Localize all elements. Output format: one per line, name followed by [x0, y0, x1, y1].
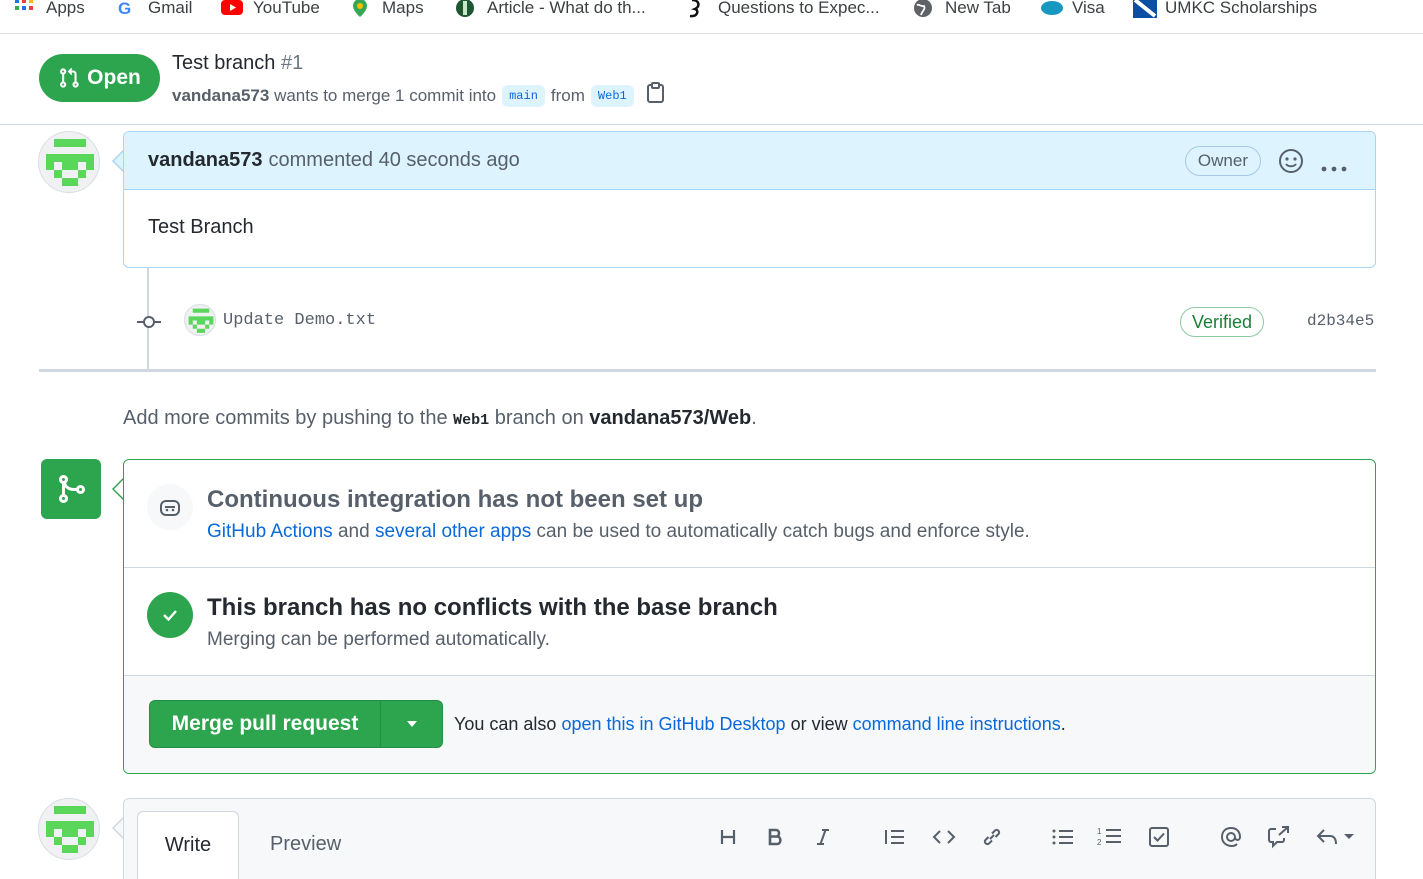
bookmark-gmail[interactable]: G Gmail — [116, 0, 192, 18]
conflicts-section: This branch has no conflicts with the ba… — [124, 568, 1375, 676]
ci-subtitle: GitHub Actions and several other apps ca… — [207, 521, 1030, 542]
bookmark-questions[interactable]: Questions to Expec... — [686, 0, 880, 18]
ci-section: Continuous integration has not been set … — [124, 460, 1375, 568]
pr-title: Test branch #1 — [172, 52, 304, 74]
merge-alternatives-text: You can also open this in GitHub Desktop… — [454, 714, 1066, 734]
article-icon — [455, 0, 475, 18]
maps-pin-icon — [350, 0, 370, 18]
bold-icon[interactable] — [761, 823, 789, 851]
comment-editor: Write Preview 12 — [123, 798, 1376, 879]
current-user-avatar[interactable] — [38, 798, 100, 860]
commit-author-avatar[interactable] — [184, 304, 216, 336]
comment-author-link[interactable]: vandana573 — [148, 149, 263, 172]
bookmark-maps[interactable]: Maps — [350, 0, 424, 18]
pr-comment: vandana573 commented 40 seconds ago Owne… — [123, 131, 1376, 268]
ci-title: Continuous integration has not been set … — [207, 486, 703, 513]
bookmark-article[interactable]: Article - What do th... — [455, 0, 646, 18]
commit-sha-link[interactable]: d2b34e5 — [1307, 312, 1374, 330]
code-icon[interactable] — [930, 823, 958, 851]
comment-body: Test Branch — [148, 216, 254, 238]
svg-text:G: G — [118, 0, 131, 18]
check-icon — [147, 592, 193, 638]
head-branch-tag[interactable]: Web1 — [590, 84, 634, 107]
verified-badge[interactable]: Verified — [1180, 307, 1265, 337]
copy-icon[interactable] — [646, 82, 666, 109]
bookmark-youtube[interactable]: YouTube — [221, 0, 320, 18]
pr-state-badge: Open — [39, 54, 160, 102]
base-branch-tag[interactable]: main — [502, 84, 545, 107]
robot-icon — [147, 484, 193, 530]
header-divider — [0, 124, 1423, 125]
globe-icon — [913, 0, 933, 18]
svg-text:1: 1 — [1097, 827, 1102, 836]
add-more-commits-text: Add more commits by pushing to the Web1 … — [123, 407, 757, 429]
merge-pull-request-button[interactable]: Merge pull request — [149, 700, 443, 748]
kebab-horizontal-icon[interactable] — [1321, 156, 1347, 179]
comment-timestamp[interactable]: commented 40 seconds ago — [269, 149, 520, 172]
bookmark-umkc[interactable]: UMKC Scholarships — [1133, 0, 1317, 18]
github-actions-link[interactable]: GitHub Actions — [207, 521, 333, 542]
bookmarks-divider — [0, 33, 1423, 34]
comment-pointer — [112, 150, 124, 172]
bookmarks-bar: Apps G Gmail YouTube Maps Article - What… — [0, 0, 1423, 24]
tab-preview[interactable]: Preview — [270, 833, 341, 856]
open-github-desktop-link[interactable]: open this in GitHub Desktop — [561, 714, 785, 734]
conflicts-subtitle: Merging can be performed automatically. — [207, 629, 550, 650]
quote-icon[interactable] — [881, 823, 909, 851]
unordered-list-icon[interactable] — [1049, 823, 1077, 851]
git-pull-request-icon — [60, 67, 79, 88]
git-commit-icon — [137, 313, 161, 336]
merge-box-pointer — [112, 478, 124, 500]
merge-button-label[interactable]: Merge pull request — [150, 701, 381, 747]
heading-icon[interactable] — [714, 823, 742, 851]
questions-icon — [686, 0, 706, 18]
cloud-icon — [1040, 0, 1063, 18]
head-branch-code: Web1 — [453, 412, 490, 429]
google-icon: G — [116, 0, 136, 18]
task-list-icon[interactable] — [1145, 823, 1173, 851]
merge-box: Continuous integration has not been set … — [123, 459, 1376, 774]
ordered-list-icon[interactable]: 12 — [1096, 823, 1124, 851]
chevron-down-icon[interactable] — [381, 701, 442, 747]
conflicts-title: This branch has no conflicts with the ba… — [207, 594, 778, 621]
timeline-end-bar — [39, 369, 1376, 372]
reply-icon[interactable] — [1315, 823, 1357, 851]
merge-action-section: Merge pull request You can also open thi… — [124, 676, 1375, 773]
editor-pointer — [112, 817, 124, 839]
owner-badge: Owner — [1184, 146, 1261, 176]
bookmark-visa[interactable]: Visa — [1040, 0, 1105, 18]
other-apps-link[interactable]: several other apps — [375, 521, 531, 542]
bookmark-new-tab[interactable]: New Tab — [913, 0, 1011, 18]
git-merge-icon — [41, 459, 101, 519]
pr-author-link[interactable]: vandana573 — [172, 86, 269, 106]
italic-icon[interactable] — [809, 823, 837, 851]
umkc-icon — [1133, 0, 1157, 18]
smiley-icon[interactable] — [1278, 148, 1304, 180]
apps-grid-icon — [14, 0, 34, 18]
command-line-instructions-link[interactable]: command line instructions — [853, 714, 1061, 734]
youtube-icon — [221, 0, 243, 18]
cross-reference-icon[interactable] — [1265, 823, 1293, 851]
mention-icon[interactable] — [1217, 823, 1245, 851]
comment-header: vandana573 commented 40 seconds ago Owne… — [124, 132, 1375, 190]
pr-meta: vandana573 wants to merge 1 commit into … — [172, 82, 666, 109]
repo-link[interactable]: vandana573/Web — [589, 407, 751, 429]
commit-message-link[interactable]: Update Demo.txt — [223, 311, 376, 330]
bookmark-apps[interactable]: Apps — [14, 0, 85, 18]
svg-text:2: 2 — [1097, 838, 1102, 847]
avatar[interactable] — [38, 131, 100, 193]
pr-number: #1 — [280, 52, 304, 74]
link-icon[interactable] — [978, 823, 1006, 851]
tab-write[interactable]: Write — [137, 811, 239, 879]
